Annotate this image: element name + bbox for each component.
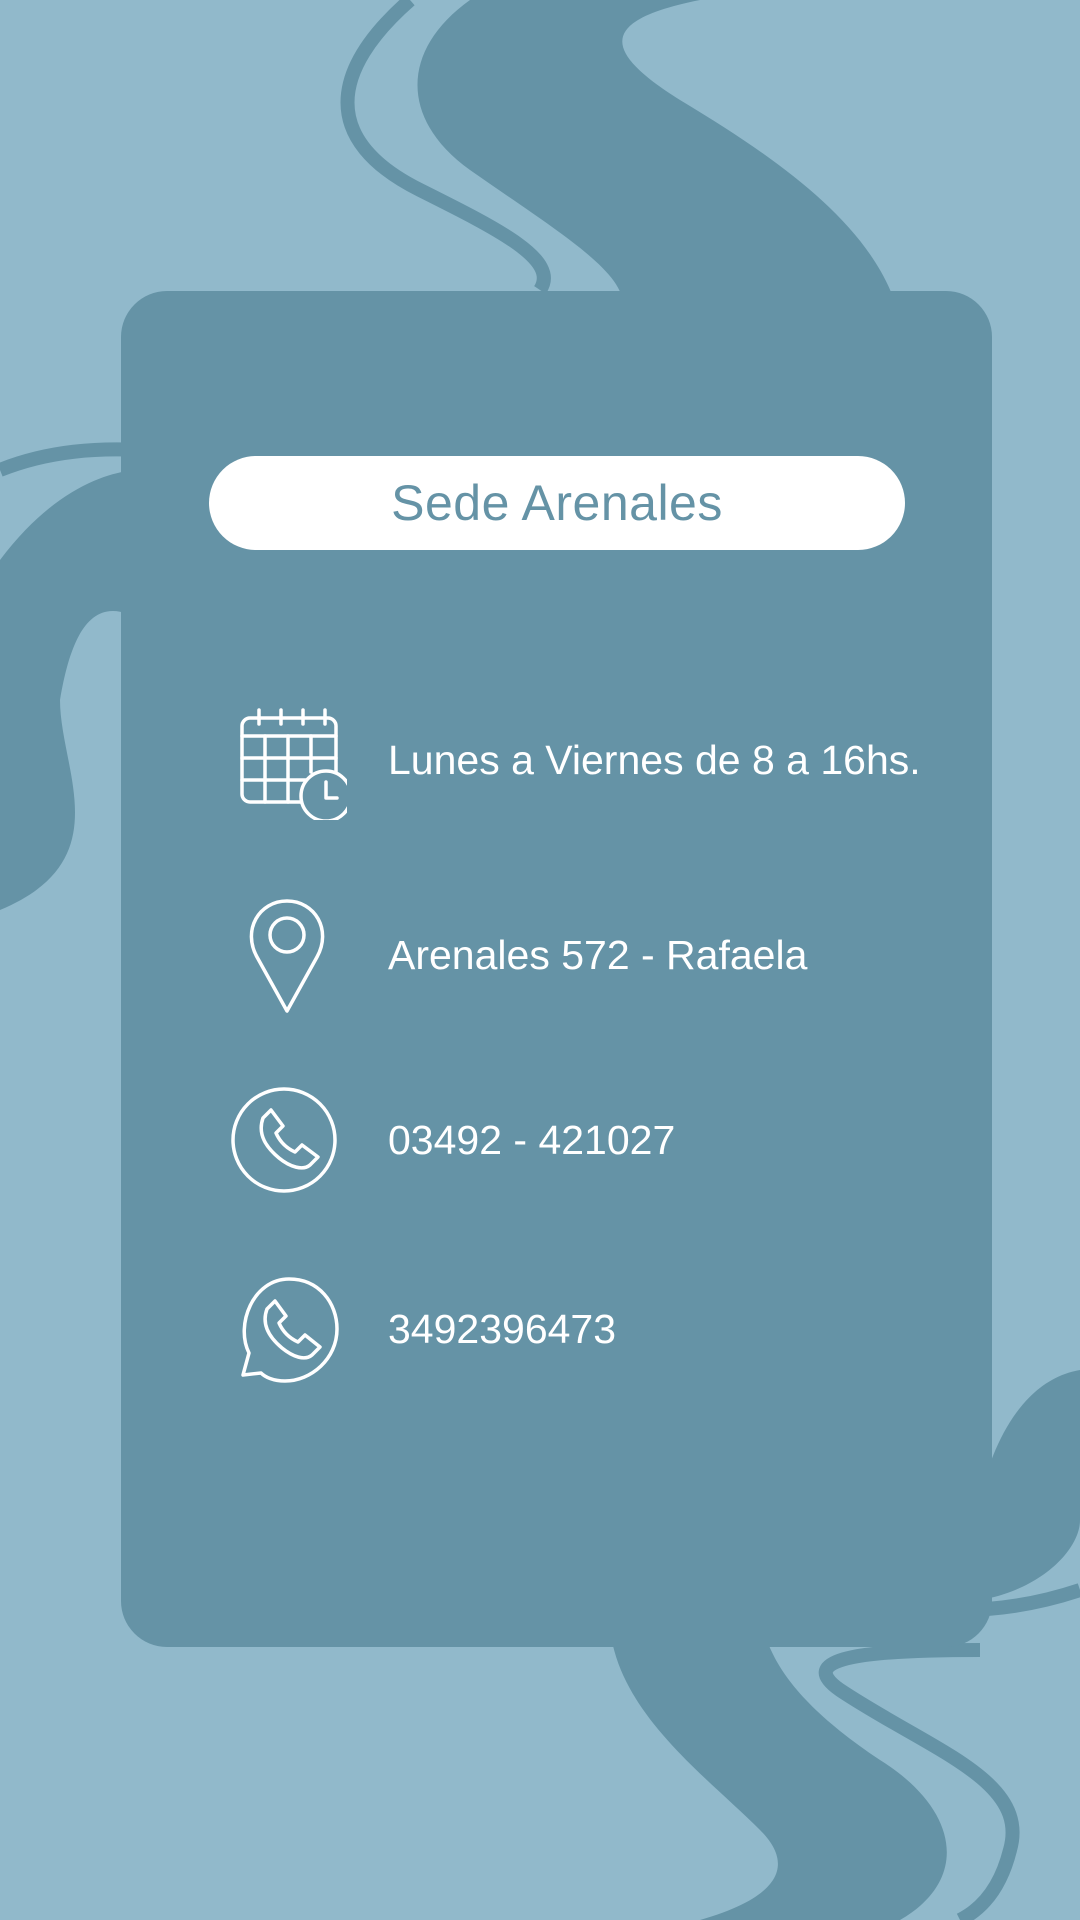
calendar-clock-icon <box>227 700 347 820</box>
location-pin-icon <box>227 895 347 1015</box>
schedule-text: Lunes a Viernes de 8 a 16hs. <box>388 737 921 783</box>
phone-row: 03492 - 421027 <box>121 1080 992 1200</box>
phone-text: 03492 - 421027 <box>388 1117 676 1163</box>
address-text: Arenales 572 - Rafaela <box>388 932 808 978</box>
whatsapp-icon <box>227 1269 347 1389</box>
info-card: Sede Arenales Lunes a Viernes de 8 a 16h… <box>121 291 992 1647</box>
schedule-row: Lunes a Viernes de 8 a 16hs. <box>121 700 992 820</box>
phone-icon <box>227 1080 347 1200</box>
address-row: Arenales 572 - Rafaela <box>121 895 992 1015</box>
title-pill: Sede Arenales <box>209 456 905 550</box>
page-title: Sede Arenales <box>391 475 723 531</box>
whatsapp-row: 3492396473 <box>121 1269 992 1389</box>
whatsapp-text: 3492396473 <box>388 1306 617 1352</box>
